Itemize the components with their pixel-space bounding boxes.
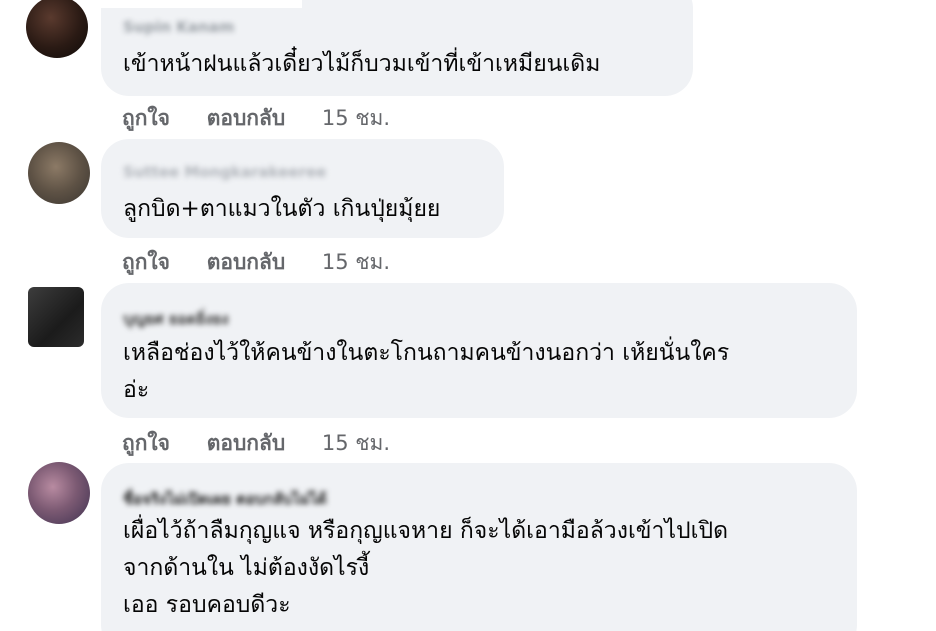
- avatar[interactable]: [28, 462, 90, 524]
- comment-text: เข้าหน้าฝนแล้วเดี๋ยวไม้ก็บวมเข้าที่เข้าเ…: [123, 51, 601, 77]
- comment-bubble: ชื่อจริงไม่เปิดเผย ตอบกลับไม่ได้ เผื่อไว…: [101, 463, 857, 631]
- comment-author[interactable]: Suttee Mongkarakeeree: [123, 163, 326, 181]
- comment-text: เผื่อไว้ถ้าลืมกุญแจ หรือกุญแจหาย ก็จะได้…: [123, 518, 729, 618]
- comment-bubble: Suttee Mongkarakeeree ลูกบิด+ตาแมวในตัว …: [101, 139, 504, 238]
- comment-author[interactable]: ชื่อจริงไม่เปิดเผย ตอบกลับไม่ได้: [123, 487, 327, 508]
- avatar[interactable]: [26, 0, 88, 58]
- reply-button[interactable]: ตอบกลับ: [207, 106, 286, 130]
- like-button[interactable]: ถูกใจ: [122, 250, 170, 274]
- comment-actions: ถูกใจ ตอบกลับ 15 ชม.: [122, 246, 390, 279]
- comment-bubble: Supin Kanam เข้าหน้าฝนแล้วเดี๋ยวไม้ก็บวม…: [101, 0, 693, 96]
- comment-bubble: บุญยศ ยอดยิ่งยง เหลือช่องไว้ให้คนข้างในต…: [101, 283, 857, 418]
- comment-timestamp[interactable]: 15 ชม.: [322, 250, 390, 274]
- comment-thread: Supin Kanam เข้าหน้าฝนแล้วเดี๋ยวไม้ก็บวม…: [0, 0, 936, 631]
- comment-author[interactable]: Supin Kanam: [123, 18, 234, 36]
- comment-author[interactable]: บุญยศ ยอดยิ่งยง: [123, 307, 229, 328]
- redaction-patch: [92, 0, 302, 8]
- comment-timestamp[interactable]: 15 ชม.: [322, 106, 390, 130]
- comment-text: เหลือช่องไว้ให้คนข้างในตะโกนถามคนข้างนอก…: [123, 340, 730, 403]
- redaction-patch: [86, 316, 100, 326]
- like-button[interactable]: ถูกใจ: [122, 431, 170, 455]
- like-button[interactable]: ถูกใจ: [122, 106, 170, 130]
- comment-actions: ถูกใจ ตอบกลับ 15 ชม.: [122, 102, 390, 135]
- reply-button[interactable]: ตอบกลับ: [207, 250, 286, 274]
- comment-timestamp[interactable]: 15 ชม.: [322, 431, 390, 455]
- avatar[interactable]: [28, 142, 90, 204]
- avatar[interactable]: [28, 287, 84, 347]
- comment-text: ลูกบิด+ตาแมวในตัว เกินปุ่ยมุ้ยย: [123, 196, 441, 222]
- comment-actions: ถูกใจ ตอบกลับ 15 ชม.: [122, 427, 390, 460]
- reply-button[interactable]: ตอบกลับ: [207, 431, 286, 455]
